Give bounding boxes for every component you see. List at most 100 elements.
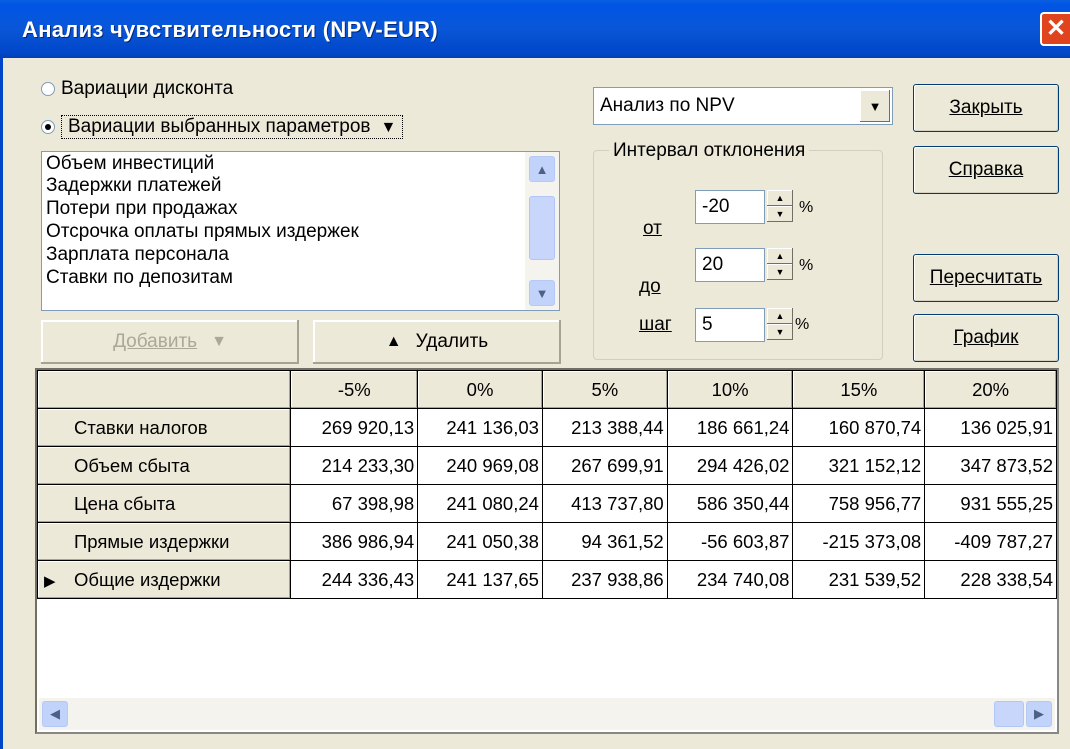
row-header[interactable]: Ставки налогов bbox=[37, 408, 292, 447]
table-cell[interactable]: 241 080,24 bbox=[417, 484, 543, 523]
add-dropdown-icon: ▼ bbox=[211, 333, 227, 350]
close-button[interactable]: Закрыть bbox=[913, 84, 1059, 132]
spin-down-icon[interactable]: ▼ bbox=[767, 206, 793, 222]
list-item[interactable]: Зарплата персонала bbox=[46, 243, 229, 266]
parameters-listbox[interactable]: Объем инвестиций Задержки платежей Потер… bbox=[41, 151, 560, 311]
list-vertical-scrollbar[interactable]: ▲ ▼ bbox=[525, 152, 559, 310]
scroll-down-icon[interactable]: ▼ bbox=[529, 280, 555, 306]
table-cell[interactable]: 386 986,94 bbox=[290, 522, 419, 561]
table-cell[interactable]: 234 740,08 bbox=[666, 560, 794, 599]
help-button[interactable]: Справка bbox=[913, 146, 1059, 194]
list-item[interactable]: Задержки платежей bbox=[46, 174, 221, 197]
spin-up-icon[interactable]: ▲ bbox=[767, 248, 793, 264]
column-header[interactable]: 5% bbox=[541, 370, 668, 409]
from-input[interactable]: -20 bbox=[695, 190, 765, 224]
table-cell[interactable]: 758 956,77 bbox=[792, 484, 926, 523]
row-label: Цена сбыта bbox=[74, 492, 176, 514]
dropdown-triangle-icon[interactable]: ▼ bbox=[380, 119, 396, 136]
table-cell[interactable]: 237 938,86 bbox=[541, 560, 668, 599]
table-cell[interactable]: 321 152,12 bbox=[792, 446, 926, 485]
sensitivity-grid: -5% 0% 5% 10% 15% 20% Ставки налогов 269… bbox=[37, 370, 1057, 599]
table-row-current[interactable]: ▶ Общие издержки 244 336,43 241 137,65 23… bbox=[37, 560, 1057, 599]
table-cell[interactable]: -215 373,08 bbox=[792, 522, 926, 561]
table-cell[interactable]: 67 398,98 bbox=[290, 484, 419, 523]
column-header[interactable]: -5% bbox=[290, 370, 419, 409]
table-cell[interactable]: 186 661,24 bbox=[666, 408, 794, 447]
table-cell[interactable]: 931 555,25 bbox=[924, 484, 1057, 523]
sensitivity-table[interactable]: -5% 0% 5% 10% 15% 20% Ставки налогов 269… bbox=[35, 368, 1059, 734]
scroll-left-icon[interactable]: ◀ bbox=[42, 701, 68, 727]
table-cell[interactable]: 228 338,54 bbox=[924, 560, 1057, 599]
remove-button[interactable]: ▲ Удалить bbox=[313, 320, 561, 364]
radio-discount-variation[interactable]: Вариации дисконта bbox=[41, 78, 233, 100]
title-bar: Анализ чувствительности (NPV-EUR) ✕ bbox=[0, 0, 1070, 58]
column-header[interactable]: 10% bbox=[666, 370, 794, 409]
to-input[interactable]: 20 bbox=[695, 248, 765, 282]
list-item[interactable]: Ставки по депозитам bbox=[46, 266, 233, 289]
analysis-type-select[interactable]: Анализ по NPV ▼ bbox=[593, 87, 893, 125]
list-item[interactable]: Потери при продажах bbox=[46, 197, 238, 220]
add-button[interactable]: Добавить ▼ bbox=[41, 320, 299, 364]
close-window-button[interactable]: ✕ bbox=[1040, 12, 1070, 46]
radio-params-variation[interactable]: Вариации выбранных параметров ▼ bbox=[41, 115, 404, 139]
row-header[interactable]: Объем сбыта bbox=[37, 446, 292, 485]
table-row[interactable]: Ставки налогов 269 920,13 241 136,03 213… bbox=[37, 408, 1057, 447]
to-spinner[interactable]: ▲ ▼ bbox=[767, 248, 793, 282]
table-cell[interactable]: 241 050,38 bbox=[417, 522, 543, 561]
table-cell[interactable]: 244 336,43 bbox=[290, 560, 419, 599]
spin-up-icon[interactable]: ▲ bbox=[767, 308, 793, 324]
remove-button-label: Удалить bbox=[415, 331, 489, 352]
column-header[interactable]: 20% bbox=[924, 370, 1057, 409]
table-cell[interactable]: 136 025,91 bbox=[924, 408, 1057, 447]
row-header[interactable]: Прямые издержки bbox=[37, 522, 292, 561]
table-cell[interactable]: 214 233,30 bbox=[290, 446, 419, 485]
scroll-thumb[interactable] bbox=[529, 196, 555, 260]
scroll-thumb[interactable] bbox=[994, 701, 1024, 727]
table-cell[interactable]: -56 603,87 bbox=[666, 522, 794, 561]
table-cell[interactable]: 267 699,91 bbox=[541, 446, 668, 485]
row-header[interactable]: ▶ Общие издержки bbox=[37, 560, 292, 599]
scroll-right-icon[interactable]: ▶ bbox=[1026, 701, 1052, 727]
table-cell[interactable]: 231 539,52 bbox=[792, 560, 926, 599]
dialog-body: Вариации дисконта Вариации выбранных пар… bbox=[0, 58, 1070, 749]
table-cell[interactable]: 294 426,02 bbox=[666, 446, 794, 485]
step-input[interactable]: 5 bbox=[695, 308, 765, 342]
table-row[interactable]: Прямые издержки 386 986,94 241 050,38 94… bbox=[37, 522, 1057, 561]
table-horizontal-scrollbar[interactable]: ◀ ▶ bbox=[39, 698, 1055, 730]
spin-up-icon[interactable]: ▲ bbox=[767, 190, 793, 206]
radio-discount-label: Вариации дисконта bbox=[61, 78, 234, 99]
table-cell[interactable]: 413 737,80 bbox=[541, 484, 668, 523]
table-cell[interactable]: 241 136,03 bbox=[417, 408, 543, 447]
table-cell[interactable]: -409 787,27 bbox=[924, 522, 1057, 561]
table-header-row: -5% 0% 5% 10% 15% 20% bbox=[37, 370, 1057, 409]
list-item[interactable]: Объем инвестиций bbox=[46, 152, 214, 175]
step-spinner[interactable]: ▲ ▼ bbox=[767, 308, 793, 342]
chart-button[interactable]: График bbox=[913, 314, 1059, 362]
from-spinner[interactable]: ▲ ▼ bbox=[767, 190, 793, 224]
table-cell[interactable]: 213 388,44 bbox=[541, 408, 668, 447]
list-item[interactable]: Отсрочка оплаты прямых издержек bbox=[46, 220, 359, 243]
chevron-down-icon[interactable]: ▼ bbox=[860, 90, 890, 122]
table-cell[interactable]: 94 361,52 bbox=[541, 522, 668, 561]
column-header[interactable] bbox=[37, 370, 292, 409]
table-row[interactable]: Объем сбыта 214 233,30 240 969,08 267 69… bbox=[37, 446, 1057, 485]
recalculate-button[interactable]: Пересчитать bbox=[913, 254, 1059, 302]
table-cell[interactable]: 240 969,08 bbox=[417, 446, 543, 485]
table-cell[interactable]: 241 137,65 bbox=[417, 560, 543, 599]
row-label: Общие издержки bbox=[74, 568, 221, 590]
spin-down-icon[interactable]: ▼ bbox=[767, 324, 793, 340]
table-row[interactable]: Цена сбыта 67 398,98 241 080,24 413 737,… bbox=[37, 484, 1057, 523]
from-label-text: от bbox=[643, 218, 662, 239]
row-header[interactable]: Цена сбыта bbox=[37, 484, 292, 523]
table-cell[interactable]: 160 870,74 bbox=[792, 408, 926, 447]
radio-dot-selected bbox=[41, 120, 55, 134]
spin-down-icon[interactable]: ▼ bbox=[767, 264, 793, 280]
table-cell[interactable]: 269 920,13 bbox=[290, 408, 419, 447]
table-cell[interactable]: 586 350,44 bbox=[666, 484, 794, 523]
column-header[interactable]: 15% bbox=[792, 370, 926, 409]
scroll-up-icon[interactable]: ▲ bbox=[529, 156, 555, 182]
table-cell[interactable]: 347 873,52 bbox=[924, 446, 1057, 485]
to-unit: % bbox=[799, 257, 814, 274]
column-header[interactable]: 0% bbox=[417, 370, 543, 409]
step-label: шаг bbox=[639, 314, 672, 336]
